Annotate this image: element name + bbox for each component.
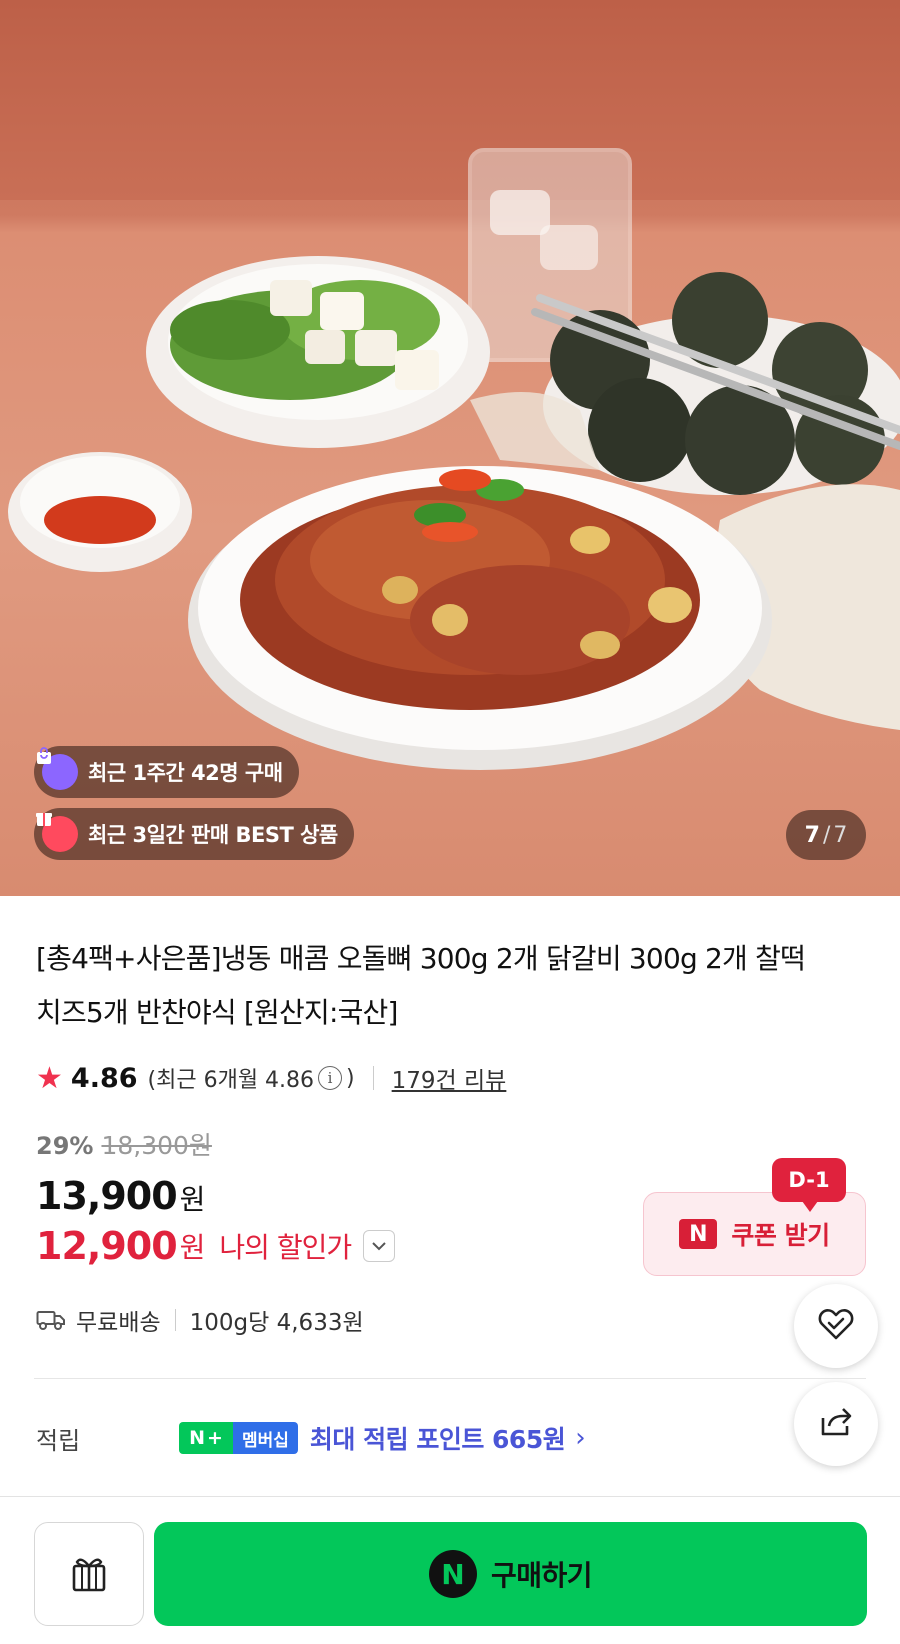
bottom-bar-divider xyxy=(0,1496,900,1497)
product-image-carousel[interactable]: 최근 1주간 42명 구매 최근 3일간 판매 BEST 상품 7 / 7 xyxy=(0,0,900,896)
recent-rating: (최근 6개월 4.86 i ) xyxy=(148,1062,355,1094)
best-seller-text: 최근 3일간 판매 BEST 상품 xyxy=(88,823,338,847)
coupon-button[interactable]: N 쿠폰 받기 xyxy=(643,1192,866,1276)
share-button[interactable] xyxy=(794,1382,878,1466)
recent-rating-text: (최근 6개월 4.86 xyxy=(147,1068,315,1093)
shipping-row: 무료배송 100g당 4,633원 xyxy=(36,1300,364,1340)
coupon-label: 쿠폰 받기 xyxy=(731,1221,830,1250)
badge-n: N xyxy=(189,1427,205,1449)
rating-row: ★ 4.86 (최근 6개월 4.86 i ) 179건 리뷰 xyxy=(36,1058,506,1098)
sale-price: 13,900 원 xyxy=(36,1174,395,1218)
image-counter-separator: / xyxy=(822,822,831,848)
info-icon[interactable]: i xyxy=(318,1066,343,1090)
my-price-label: 나의 할인가 xyxy=(219,1231,352,1264)
discount-rate: 29% xyxy=(36,1132,94,1160)
badge-plus: + xyxy=(206,1427,223,1449)
heart-check-icon xyxy=(816,1306,856,1346)
wishlist-button[interactable] xyxy=(794,1284,878,1368)
review-count-link[interactable]: 179건 리뷰 xyxy=(392,1061,507,1095)
membership-label: 멤버십 xyxy=(233,1422,298,1454)
points-row[interactable]: 적립 N + 멤버십 최대 적립 포인트 665원 › xyxy=(36,1416,586,1460)
shopping-bag-icon xyxy=(37,747,78,790)
unit-price-text: 100g당 4,633원 xyxy=(189,1310,364,1336)
share-icon xyxy=(817,1404,855,1444)
chevron-down-icon[interactable] xyxy=(363,1230,396,1262)
naver-n-icon: N xyxy=(679,1219,718,1249)
price-block: 29% 18,300원 13,900 원 12,900 원 나의 할인가 xyxy=(36,1126,396,1268)
recent-rating-close: ) xyxy=(346,1065,355,1091)
truck-icon xyxy=(36,1309,66,1331)
shipping-divider xyxy=(174,1309,176,1331)
section-divider xyxy=(34,1378,866,1379)
discount-row: 29% 18,300원 xyxy=(36,1126,395,1162)
image-current-index: 7 xyxy=(804,822,820,848)
points-label: 적립 xyxy=(36,1426,81,1455)
naver-pay-icon: N xyxy=(428,1550,477,1598)
star-icon: ★ xyxy=(36,1060,63,1096)
recent-purchase-badge: 최근 1주간 42명 구매 xyxy=(34,746,299,798)
best-seller-badge: 최근 3일간 판매 BEST 상품 xyxy=(34,808,354,860)
image-total-count: 7 xyxy=(833,822,848,848)
sale-price-value: 13,900 xyxy=(36,1174,178,1218)
chevron-right-icon[interactable]: › xyxy=(575,1423,585,1453)
rating-divider xyxy=(372,1066,374,1090)
my-price-unit: 원 xyxy=(179,1231,206,1264)
naver-plus-membership-badge: N + 멤버십 xyxy=(179,1422,298,1454)
recent-purchase-text: 최근 1주간 42명 구매 xyxy=(88,761,283,785)
sale-price-unit: 원 xyxy=(179,1183,206,1216)
coupon-dday-badge: D-1 xyxy=(772,1158,846,1212)
buy-button[interactable]: N 구매하기 xyxy=(154,1522,867,1626)
gift-button[interactable] xyxy=(34,1522,144,1626)
max-points-text[interactable]: 최대 적립 포인트 665원 xyxy=(310,1420,566,1456)
my-price-value: 12,900 xyxy=(36,1224,178,1268)
my-discount-price-row[interactable]: 12,900 원 나의 할인가 xyxy=(36,1224,396,1268)
rating-score: 4.86 xyxy=(70,1062,138,1094)
naver-plus-logo: N + xyxy=(179,1422,233,1454)
original-price: 18,300원 xyxy=(101,1131,212,1160)
free-shipping-text: 무료배송 xyxy=(76,1310,161,1336)
image-page-counter: 7 / 7 xyxy=(786,810,866,860)
product-title: [총4팩+사은품]냉동 매콤 오돌뼈 300g 2개 닭갈비 300g 2개 찰… xyxy=(36,942,806,1029)
buy-label: 구매하기 xyxy=(490,1559,593,1592)
gift-box-icon xyxy=(36,813,78,852)
gift-icon xyxy=(67,1550,111,1598)
